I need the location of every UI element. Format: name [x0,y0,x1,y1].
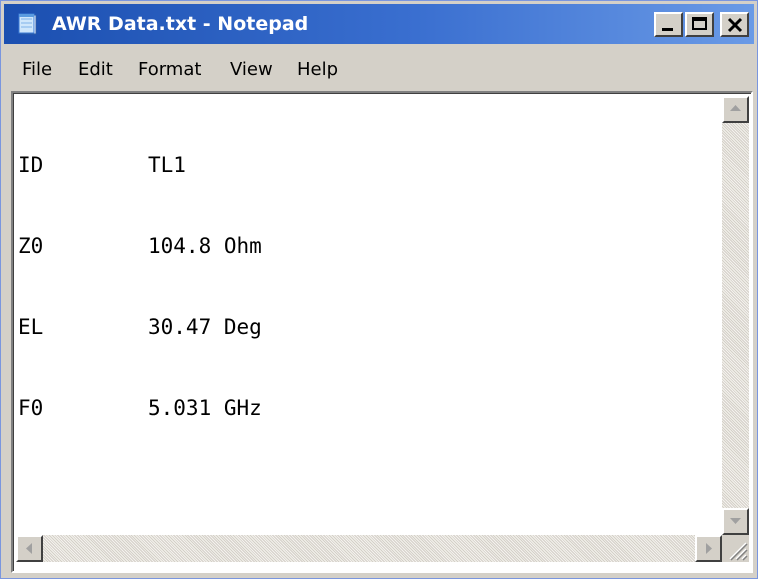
scroll-down-button[interactable] [722,508,749,535]
editor-frame: ID TL1 Z0 104.8 Ohm EL 30.47 Deg F0 5.031 GH… [13,93,751,571]
scroll-up-button[interactable] [722,96,749,123]
menu-edit[interactable]: Edit [78,58,113,82]
arrow-up-icon [730,105,741,111]
close-icon [727,17,743,33]
window-title: AWR Data.txt - Notepad [52,13,309,35]
document-text[interactable]: ID TL1 Z0 104.8 Ohm EL 30.47 Deg F0 5.031 GH… [18,98,718,534]
text-line: ID TL1 [18,153,186,177]
scroll-left-button[interactable] [16,535,43,562]
minimize-icon [662,28,673,31]
menu-view[interactable]: View [230,58,273,82]
title-bar[interactable]: AWR Data.txt - Notepad [4,4,754,44]
arrow-right-icon [706,543,712,554]
horizontal-scrollbar[interactable] [16,535,722,562]
vertical-scrollbar[interactable] [722,96,749,535]
scroll-right-button[interactable] [695,535,722,562]
notepad-icon[interactable] [16,12,40,36]
text-editor[interactable]: ID TL1 Z0 104.8 Ohm EL 30.47 Deg F0 5.031 GH… [11,91,753,573]
minimize-button[interactable] [654,12,683,37]
text-line: Z0 104.8 Ohm [18,234,262,258]
menu-bar: File Edit Format View Help [4,53,754,89]
text-line: F0 5.031 GHz [18,396,262,420]
maximize-icon [692,17,707,30]
text-line: EL 30.47 Deg [18,315,262,339]
arrow-left-icon [26,543,32,554]
menu-file[interactable]: File [22,58,52,82]
maximize-button[interactable] [685,12,714,37]
menu-format[interactable]: Format [138,58,201,82]
arrow-down-icon [730,518,741,524]
size-grip[interactable] [722,535,749,562]
resize-grip-icon [729,542,748,561]
menu-help[interactable]: Help [297,58,338,82]
close-button[interactable] [720,12,749,37]
notepad-window: AWR Data.txt - Notepad File Edit Format … [0,0,758,579]
